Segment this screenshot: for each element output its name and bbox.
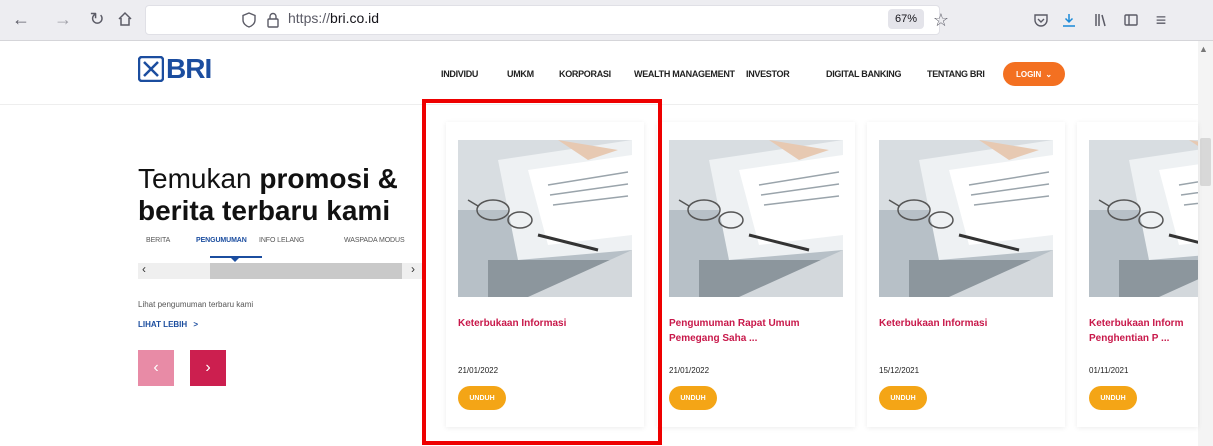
- download-button[interactable]: UNDUH: [669, 386, 717, 410]
- library-icon[interactable]: [1090, 9, 1112, 31]
- nav-digital-banking[interactable]: DIGITAL BANKING: [826, 69, 901, 79]
- heading-bold-2: berita terbaru kami: [138, 195, 391, 226]
- scroll-up-icon[interactable]: ▲: [1199, 44, 1208, 54]
- carousel-next-button[interactable]: ›: [190, 350, 226, 386]
- bri-logo[interactable]: BRI: [138, 53, 212, 84]
- nav-umkm[interactable]: UMKM: [507, 69, 534, 79]
- url-prefix: https://: [288, 10, 331, 26]
- see-more-link[interactable]: LIHAT LEBIH >: [138, 320, 198, 329]
- card-title[interactable]: Keterbukaan Informasi: [879, 316, 1059, 331]
- home-icon[interactable]: [114, 8, 136, 30]
- download-button[interactable]: UNDUH: [879, 386, 927, 410]
- zoom-level-badge[interactable]: 67%: [888, 9, 924, 29]
- active-tab-caret-icon: [230, 257, 240, 262]
- card-date: 01/11/2021: [1089, 366, 1129, 375]
- download-button[interactable]: UNDUH: [1089, 386, 1137, 410]
- highlight-box: [422, 99, 662, 445]
- card-title[interactable]: Keterbukaan Inform Penghentian P ...: [1089, 316, 1198, 346]
- forward-icon[interactable]: →: [52, 8, 74, 30]
- carousel-prev-button[interactable]: ‹: [138, 350, 174, 386]
- tab-berita[interactable]: BERITA: [146, 237, 170, 244]
- card-date: 15/12/2021: [879, 366, 920, 375]
- announcement-card[interactable]: Keterbukaan Informasi 15/12/2021 UNDUH: [867, 122, 1065, 427]
- nav-individu[interactable]: INDIVIDU: [441, 69, 478, 79]
- browser-toolbar: ← → ↻ https://bri.co.id 67% ☆ ≡: [0, 0, 1213, 41]
- tab-waspada-modus[interactable]: WASPADA MODUS: [344, 237, 405, 244]
- chevron-down-icon: ⌄: [1045, 69, 1053, 79]
- announcement-card[interactable]: Keterbukaan Inform Penghentian P ... 01/…: [1077, 122, 1198, 427]
- chevron-left-icon: ‹: [153, 359, 159, 376]
- announcement-card[interactable]: Pengumuman Rapat Umum Pemegang Saha ... …: [657, 122, 855, 427]
- scroll-left-icon[interactable]: ‹: [142, 262, 146, 276]
- login-button[interactable]: LOGIN ⌄: [1003, 62, 1065, 86]
- reload-icon[interactable]: ↻: [86, 8, 108, 30]
- card-date: 21/01/2022: [669, 366, 710, 375]
- downloads-icon[interactable]: [1058, 9, 1080, 31]
- news-tabs: BERITA PENGUMUMAN INFO LELANG WASPADA MO…: [138, 237, 428, 259]
- site-header: BRI INDIVIDU UMKM KORPORASI WEALTH MANAG…: [0, 41, 1198, 105]
- menu-icon[interactable]: ≡: [1150, 9, 1172, 31]
- card-image: [1089, 140, 1198, 297]
- card-image: [669, 140, 843, 297]
- logo-text: BRI: [166, 53, 212, 84]
- url-text[interactable]: https://bri.co.id: [288, 10, 379, 26]
- see-more-label: LIHAT LEBIH: [138, 320, 188, 329]
- sidebar-icon[interactable]: [1120, 9, 1142, 31]
- bookmark-star-icon[interactable]: ☆: [930, 9, 952, 31]
- tab-info-lelang[interactable]: INFO LELANG: [259, 237, 304, 244]
- section-heading: Temukan promosi & berita terbaru kami: [138, 163, 428, 227]
- chevron-right-icon: >: [193, 320, 199, 329]
- url-host: bri.co.id: [330, 10, 380, 26]
- heading-bold-1: promosi &: [259, 163, 398, 194]
- pocket-icon[interactable]: [1030, 9, 1052, 31]
- chevron-right-icon: ›: [205, 359, 211, 376]
- nav-korporasi[interactable]: KORPORASI: [559, 69, 611, 79]
- shield-icon[interactable]: [238, 9, 260, 31]
- section-description: Lihat pengumuman terbaru kami: [138, 300, 254, 309]
- nav-wealth-management[interactable]: WEALTH MANAGEMENT: [634, 69, 735, 79]
- card-title[interactable]: Pengumuman Rapat Umum Pemegang Saha ...: [669, 316, 849, 346]
- tab-pengumuman[interactable]: PENGUMUMAN: [196, 237, 247, 244]
- nav-tentang-bri[interactable]: TENTANG BRI: [927, 69, 985, 79]
- bri-logo-mark-icon: [138, 56, 164, 82]
- scroll-right-icon[interactable]: ›: [411, 262, 415, 276]
- login-label: LOGIN: [1015, 69, 1042, 79]
- heading-light: Temukan: [138, 163, 252, 194]
- lock-icon[interactable]: [262, 9, 284, 31]
- back-icon[interactable]: ←: [10, 8, 32, 30]
- nav-investor[interactable]: INVESTOR: [746, 69, 790, 79]
- card-image: [879, 140, 1053, 297]
- page-scrollbar-thumb[interactable]: [1200, 138, 1211, 186]
- tabs-scrollbar-thumb[interactable]: [210, 263, 402, 279]
- page-scrollbar[interactable]: [1198, 41, 1213, 446]
